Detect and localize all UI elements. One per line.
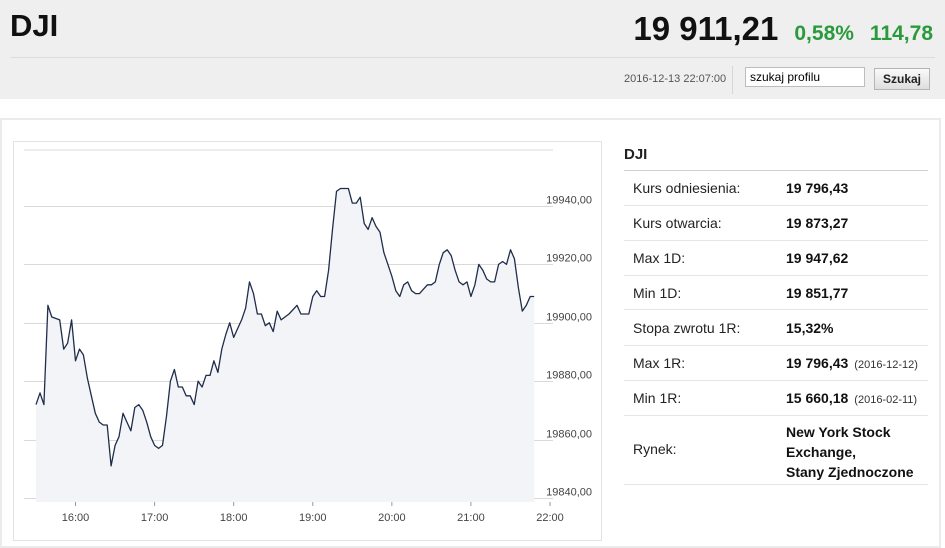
info-value: 19 796,43 (2016-12-12) <box>786 355 918 371</box>
x-tick-label: 16:00 <box>62 512 90 524</box>
info-row: Max 1R: 19 796,43 (2016-12-12) <box>624 346 928 381</box>
info-label: Kurs otwarcia: <box>633 215 722 231</box>
info-label: Stopa zwrotu 1R: <box>633 319 741 336</box>
market-line: Stany Zjednoczone <box>786 464 914 480</box>
y-tick-label: 19860,00 <box>546 429 592 441</box>
info-label: Min 1R: <box>633 390 682 406</box>
info-row: Max 1D: 19 947,62 <box>624 241 928 276</box>
y-tick-label: 19920,00 <box>546 253 592 265</box>
y-tick-label: 19900,00 <box>546 312 592 324</box>
market-line: New York Stock <box>786 424 891 440</box>
x-tick-label: 21:00 <box>457 512 485 524</box>
x-tick-label: 22:00 <box>536 512 564 524</box>
info-row: Stopa zwrotu 1R: 15,32% <box>624 310 928 346</box>
x-tick-label: 20:00 <box>378 512 406 524</box>
info-value: 15 660,18 (2016-02-11) <box>786 390 917 406</box>
info-label: Max 1D: <box>633 250 686 266</box>
info-value: 19 851,77 <box>786 285 848 301</box>
y-tick-label: 19880,00 <box>546 370 592 382</box>
info-value-number: 19 873,27 <box>786 215 849 231</box>
info-label: Kurs odniesienia: <box>633 180 741 196</box>
info-label: Min 1D: <box>633 284 682 301</box>
info-value: 19 873,27 <box>786 215 848 231</box>
info-value-date: (2016-02-11) <box>854 394 918 406</box>
x-tick-label: 19:00 <box>299 512 327 524</box>
info-label: Max 1R: <box>633 355 686 371</box>
info-value: 19 947,62 <box>786 250 848 266</box>
info-value-number: 19 796,43 <box>786 180 849 196</box>
info-title: DJI <box>624 146 648 163</box>
y-tick-label: 19940,00 <box>546 195 592 207</box>
info-value-number: 15,32% <box>786 319 834 336</box>
info-value-number: 19 796,43 <box>786 355 849 371</box>
info-value-number: 15 660,18 <box>786 390 849 406</box>
info-value: 19 796,43 <box>786 180 848 196</box>
info-label: Rynek: <box>633 441 677 457</box>
market-line: Exchange, <box>786 444 857 460</box>
info-row: Min 1R: 15 660,18 (2016-02-11) <box>624 381 928 416</box>
info-value-number: 19 851,77 <box>786 284 849 301</box>
y-tick-label: 19840,00 <box>546 487 592 499</box>
info-value: 15,32% <box>786 320 833 336</box>
info-value-date: (2016-12-12) <box>854 359 918 371</box>
info-row-market: Rynek: New York Stock Exchange, Stany Zjedn… <box>624 416 928 485</box>
info-value-number: 19 947,62 <box>786 250 849 266</box>
x-tick-label: 17:00 <box>141 512 169 524</box>
x-tick-label: 18:00 <box>220 512 248 524</box>
series-area <box>36 188 535 502</box>
market-value: New York Stock Exchange, Stany Zjednoczone <box>786 422 914 482</box>
info-row: Min 1D: 19 851,77 <box>624 276 928 310</box>
info-row: Kurs odniesienia: 19 796,43 <box>624 171 928 206</box>
info-row: Kurs otwarcia: 19 873,27 <box>624 206 928 241</box>
info-table: Kurs odniesienia: 19 796,43 Kurs otwarcia:… <box>624 170 928 485</box>
